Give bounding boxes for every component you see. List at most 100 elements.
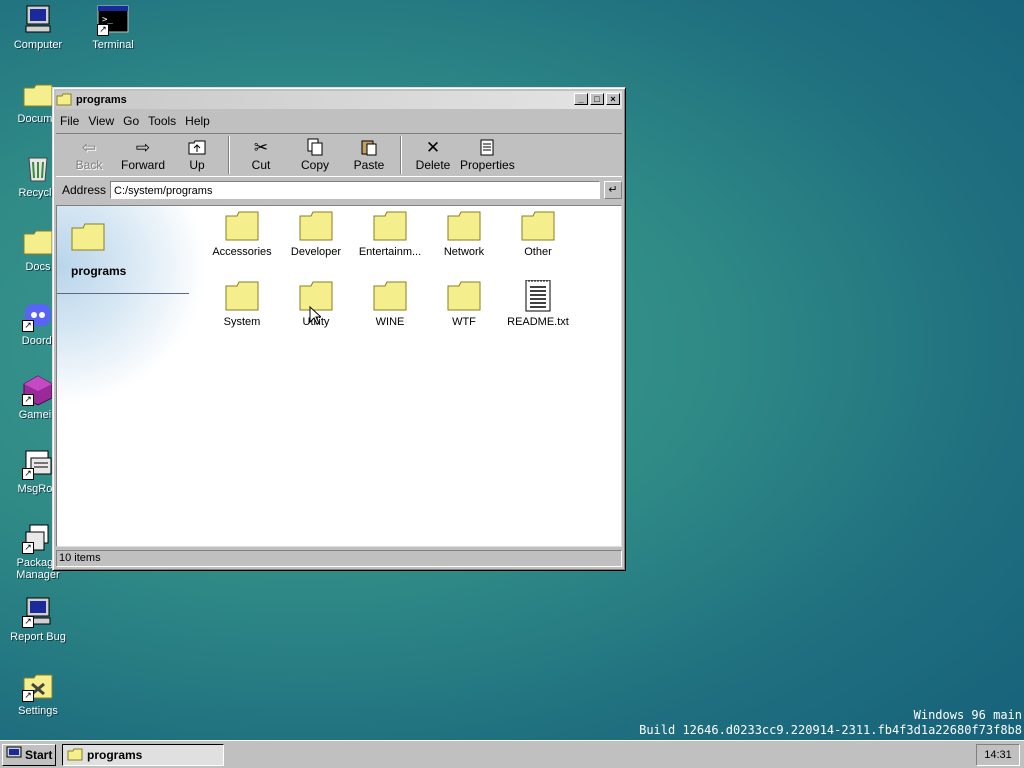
taskbar-window-label: programs [87,748,143,762]
file-item-entertainment[interactable]: Entertainm... [353,210,427,258]
clipboard-icon [342,138,396,158]
close-button[interactable]: × [606,93,620,105]
file-item-label: System [223,316,261,328]
window-titlebar[interactable]: programs _ □ × [56,91,622,109]
build-info-line1: Windows 96 main [913,708,1022,722]
toolbar-separator [400,136,402,174]
maximize-button[interactable]: □ [590,93,604,105]
desktop-icon-label: Terminal [92,39,134,51]
report-bug-icon: ↗ [22,596,54,628]
recycle-bin-icon [22,152,54,184]
shortcut-arrow-icon: ↗ [22,394,34,406]
arrow-right-icon: ⇨ [135,138,151,157]
explorer-window: programs _ □ × File View Go Tools Help ⇦… [52,87,626,571]
desktop-icon-computer[interactable]: Computer [0,4,76,51]
go-button[interactable]: ↵ [604,181,622,199]
address-label: Address [62,183,107,197]
folder-icon [299,210,333,242]
toolbar: ⇦ Back ⇨ Forward Up ✂ Cut Copy Paste ✕ D… [56,133,622,177]
properties-button[interactable]: Properties [460,134,515,172]
desktop-icon-label: Settings [18,705,58,717]
msgroom-icon: ↗ [22,448,54,480]
desktop-icon-label: Computer [13,39,63,51]
maximize-icon: □ [594,94,600,104]
minimize-button[interactable]: _ [574,93,588,105]
taskbar-window-programs[interactable]: programs [62,744,224,766]
file-item-other[interactable]: Other [501,210,575,258]
address-input[interactable]: C:/system/programs [110,181,601,199]
file-item-accessories[interactable]: Accessories [205,210,279,258]
enter-arrow-icon: ↵ [608,184,618,196]
menu-view[interactable]: View [88,114,114,128]
menu-help[interactable]: Help [185,114,210,128]
forward-label: Forward [120,158,165,172]
build-info: Windows 96 main Build 12646.d0233cc9.220… [639,708,1022,738]
back-button[interactable]: ⇦ Back [62,134,116,172]
folder-icon [373,280,407,312]
file-item-label: Developer [290,246,342,258]
mouse-cursor-icon [309,305,323,328]
folder-icon [22,226,54,258]
start-label: Start [25,748,53,762]
address-bar: Address C:/system/programs ↵ [56,179,622,201]
back-label: Back [75,158,103,172]
file-item-network[interactable]: Network [427,210,501,258]
desktop-icon-settings[interactable]: ↗ Settings [0,670,76,717]
computer-icon [22,4,54,36]
file-item-label: Entertainm... [358,246,422,258]
menu-tools[interactable]: Tools [148,114,176,128]
paste-label: Paste [353,158,385,172]
folder-icon [225,280,259,312]
file-item-label: Accessories [212,246,272,258]
file-item-label: Other [524,246,552,258]
up-button[interactable]: Up [170,134,224,172]
up-label: Up [189,158,205,172]
folder-icon [225,210,259,242]
taskbar-clock[interactable]: 14:31 [976,744,1020,766]
folder-up-icon [170,138,224,158]
shortcut-arrow-icon: ↗ [97,24,109,36]
folder-large-icon [71,222,105,255]
menu-file[interactable]: File [60,114,79,128]
side-panel-divider [57,293,189,294]
forward-button[interactable]: ⇨ Forward [116,134,170,172]
delete-label: Delete [415,158,451,172]
taskbar: Start programs 14:31 [0,740,1024,768]
file-item-label: WTF [452,316,476,328]
side-panel-title: programs [71,264,127,278]
folder-icon [521,210,555,242]
properties-icon [460,138,514,158]
status-bar: 10 items [56,550,622,567]
start-button[interactable]: Start [2,744,56,766]
side-panel: programs [57,206,207,406]
file-item-readme[interactable]: README.txt [501,279,575,328]
file-item-developer[interactable]: Developer [279,210,353,258]
properties-label: Properties [460,158,515,172]
file-view: programs Accessories Developer Entertain… [56,205,622,547]
terminal-icon: >_ ↗ [97,4,129,36]
documents-folder-icon [22,78,54,110]
folder-icon [373,210,407,242]
menu-go[interactable]: Go [123,114,139,128]
file-item-wtf[interactable]: WTF [427,280,501,328]
desktop-icon-label: Report Bug [10,631,66,643]
file-item-label: README.txt [507,316,569,328]
paste-button[interactable]: Paste [342,134,396,172]
close-icon: × [610,94,616,104]
cut-button[interactable]: ✂ Cut [234,134,288,172]
desktop-icon-terminal[interactable]: >_ ↗ Terminal [75,4,151,51]
window-title: programs [76,94,127,106]
cut-label: Cut [251,158,271,172]
toolbar-separator [228,136,230,174]
minimize-icon: _ [578,94,584,104]
copy-button[interactable]: Copy [288,134,342,172]
file-item-wine[interactable]: WINE [353,280,427,328]
delete-button[interactable]: ✕ Delete [406,134,460,172]
shortcut-arrow-icon: ↗ [22,616,34,628]
copy-icon [288,138,342,158]
shortcut-arrow-icon: ↗ [22,690,34,702]
file-item-system[interactable]: System [205,280,279,328]
build-info-line2: Build 12646.d0233cc9.220914-2311.fb4f3d1… [639,723,1022,737]
shortcut-arrow-icon: ↗ [22,468,34,480]
desktop-icon-report-bug[interactable]: ↗ Report Bug [0,596,76,643]
